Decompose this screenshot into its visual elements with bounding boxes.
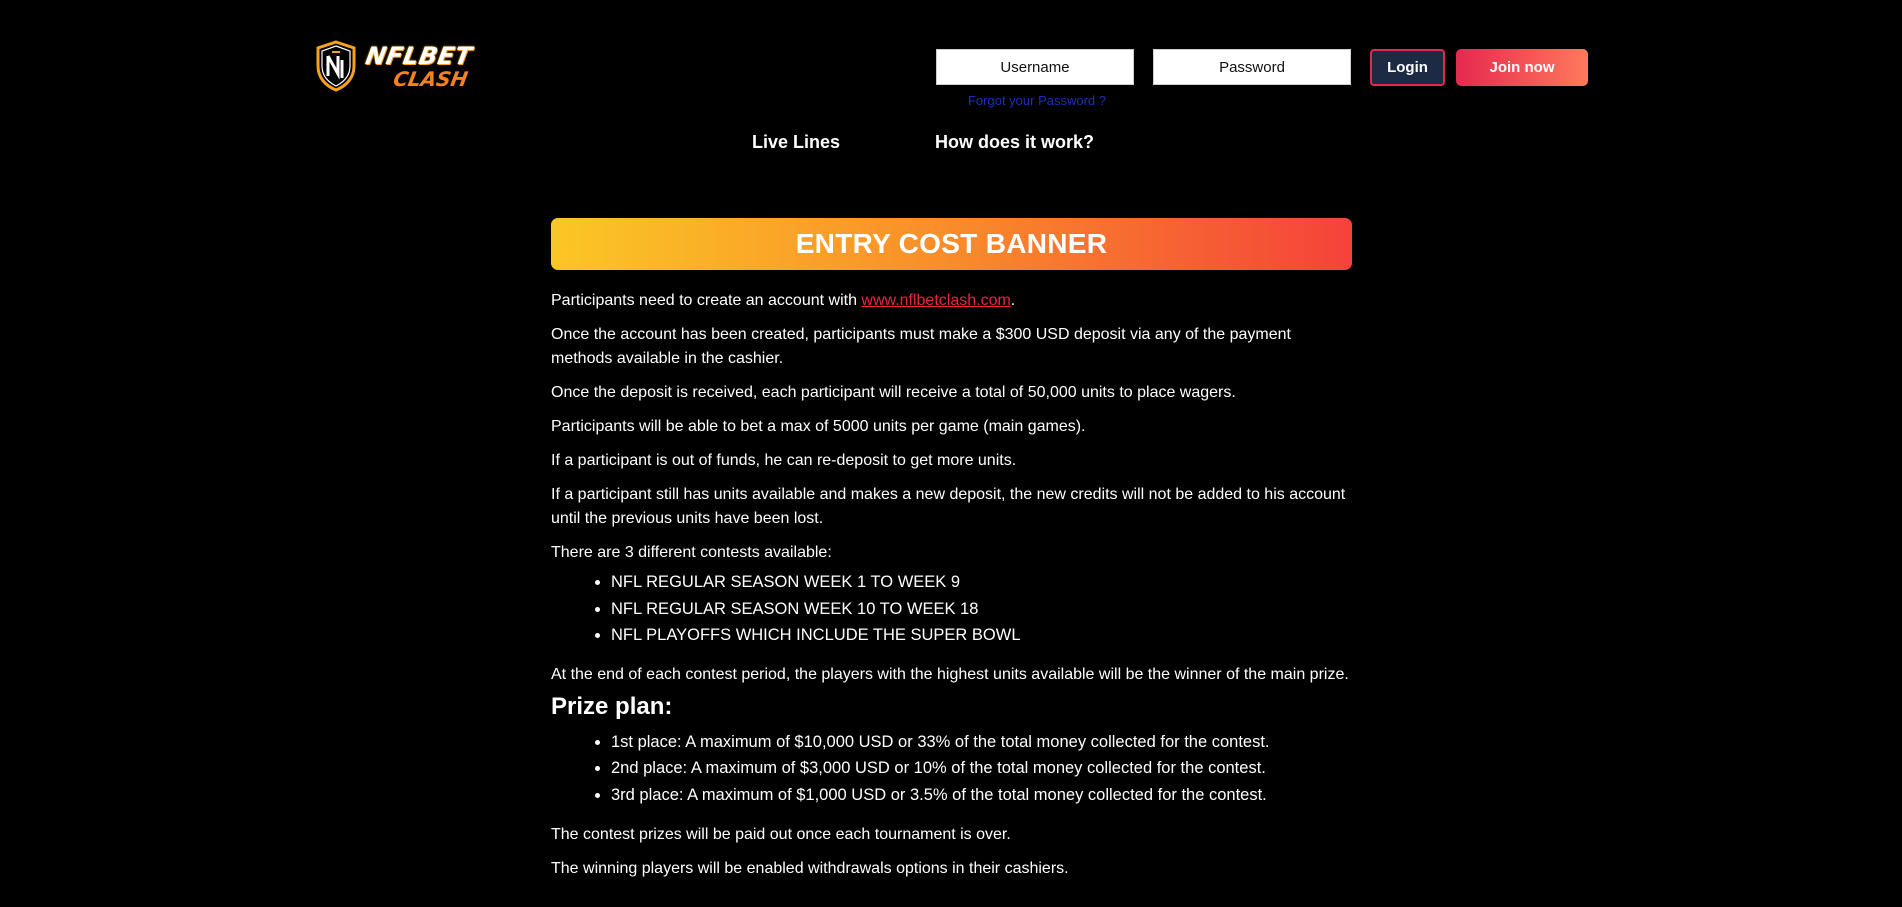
- password-input[interactable]: [1153, 49, 1351, 85]
- paragraph-account-suffix: .: [1010, 292, 1016, 309]
- rules-content: Participants need to create an account w…: [551, 289, 1352, 891]
- join-now-button[interactable]: Join now: [1456, 49, 1588, 86]
- banner-title: ENTRY COST BANNER: [795, 228, 1108, 259]
- paragraph-withdrawals: The winning players will be enabled with…: [551, 859, 1069, 877]
- list-item: NFL PLAYOFFS WHICH INCLUDE THE SUPER BOW…: [611, 622, 1352, 649]
- page: NFLBET CLASH Login Join now Forgot your …: [0, 0, 1902, 907]
- list-item: 1st place: A maximum of $10,000 USD or 3…: [611, 729, 1352, 756]
- paragraph-max-bet: Participants will be able to bet a max o…: [551, 418, 1086, 435]
- paragraph-payout: The contest prizes will be paid out once…: [551, 825, 1011, 843]
- shield-logo-icon: [316, 40, 356, 92]
- paragraph-deposit: Once the account has been created, parti…: [551, 326, 1291, 367]
- username-input[interactable]: [936, 49, 1134, 85]
- nav-live-lines[interactable]: Live Lines: [752, 132, 840, 153]
- entry-cost-banner: ENTRY COST BANNER: [551, 218, 1352, 270]
- list-item: 2nd place: A maximum of $3,000 USD or 10…: [611, 755, 1352, 782]
- forgot-password-link[interactable]: Forgot your Password ?: [962, 93, 1112, 108]
- contests-list: NFL REGULAR SEASON WEEK 1 TO WEEK 9 NFL …: [551, 569, 1352, 649]
- paragraph-units: Once the deposit is received, each parti…: [551, 384, 1236, 401]
- logo-text-clash: CLASH: [391, 66, 470, 91]
- login-button[interactable]: Login: [1370, 49, 1445, 86]
- nav-how-it-works[interactable]: How does it work?: [935, 132, 1094, 153]
- list-item: NFL REGULAR SEASON WEEK 1 TO WEEK 9: [611, 569, 1352, 596]
- list-item: NFL REGULAR SEASON WEEK 10 TO WEEK 18: [611, 596, 1352, 623]
- paragraph-account-text: Participants need to create an account w…: [551, 292, 862, 309]
- list-item: 3rd place: A maximum of $1,000 USD or 3.…: [611, 782, 1352, 809]
- paragraph-redeposit: If a participant is out of funds, he can…: [551, 452, 1017, 469]
- paragraph-new-deposit: If a participant still has units availab…: [551, 486, 1346, 527]
- site-logo[interactable]: NFLBET CLASH: [314, 40, 474, 92]
- logo-text-nflbet: NFLBET: [363, 41, 475, 70]
- prizes-list: 1st place: A maximum of $10,000 USD or 3…: [551, 729, 1352, 809]
- prize-plan-heading: Prize plan:: [551, 692, 673, 720]
- site-link[interactable]: www.nflbetclash.com: [861, 292, 1010, 309]
- paragraph-winner: At the end of each contest period, the p…: [551, 665, 1349, 683]
- paragraph-contests-intro: There are 3 different contests available…: [551, 544, 832, 561]
- paragraph-account: Participants need to create an account w…: [551, 289, 1352, 313]
